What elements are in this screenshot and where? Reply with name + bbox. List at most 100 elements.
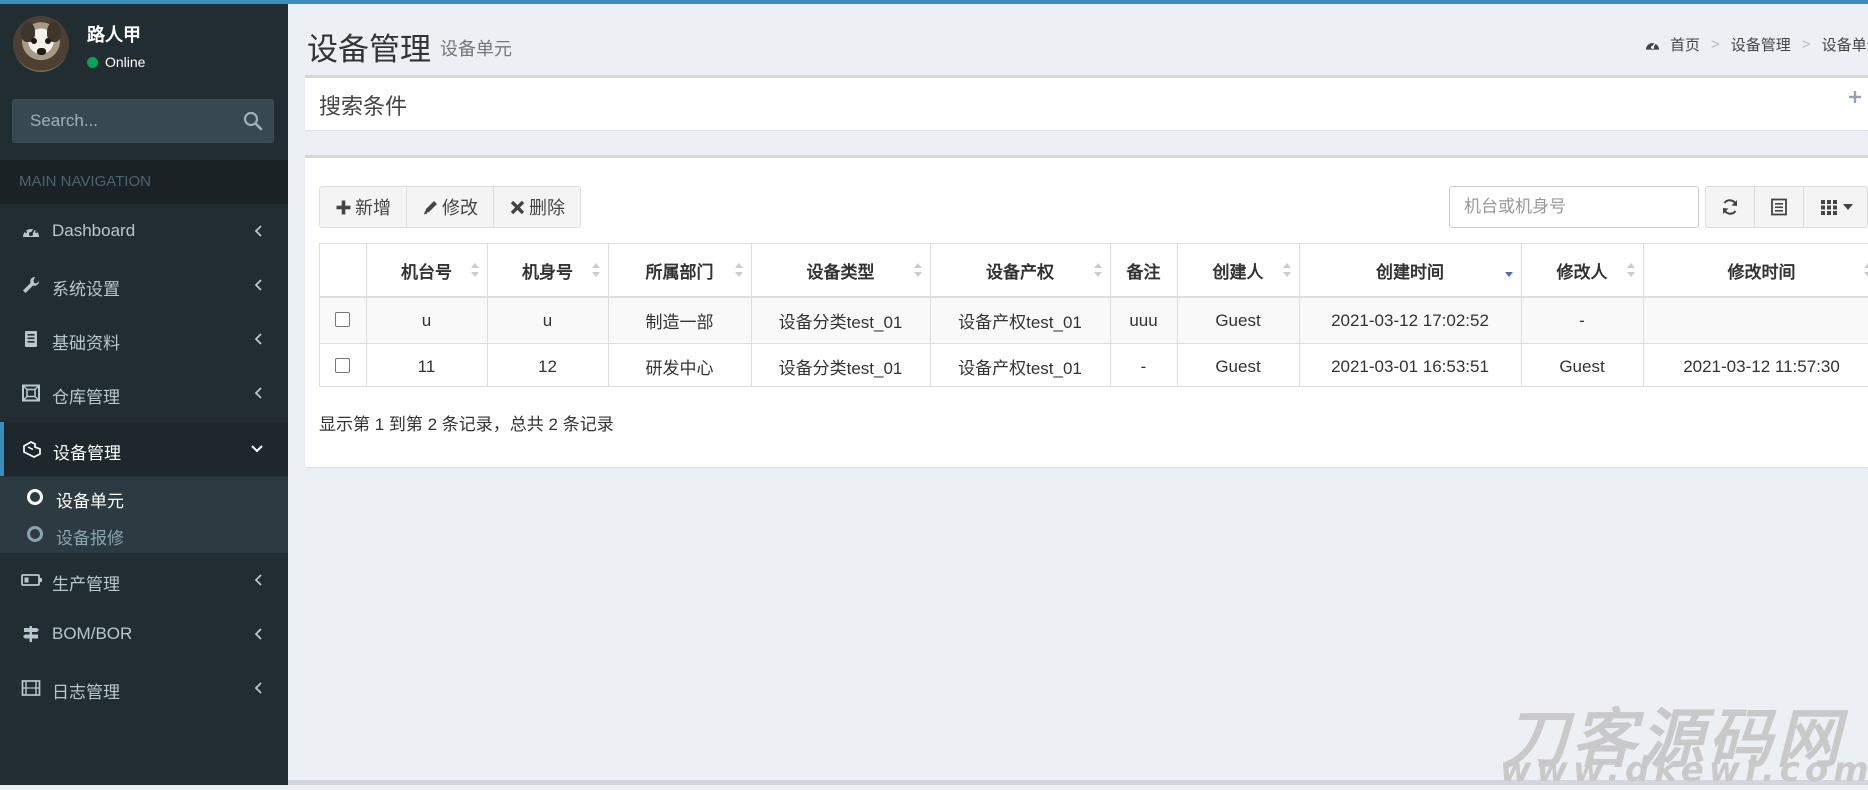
circle-icon: [27, 526, 43, 542]
row-checkbox[interactable]: [335, 358, 350, 373]
sidebar-item-basic-data[interactable]: 基础资料: [0, 312, 288, 366]
table-cell: Guest: [1177, 297, 1299, 344]
refresh-button[interactable]: [1705, 186, 1755, 228]
submenu-item-device-unit[interactable]: 设备单元: [0, 479, 288, 516]
column-header-checkbox: [320, 244, 366, 297]
sort-icon: [471, 262, 479, 278]
table-cell: 制造一部: [608, 297, 751, 344]
device-table-container: 机台号 机身号 所属部门 设备类型 设备产权 备注 创建人 创建时间: [319, 243, 1868, 387]
pencil-icon: [422, 199, 439, 216]
edit-button[interactable]: 修改: [406, 186, 494, 228]
table-header-row: 机台号 机身号 所属部门 设备类型 设备产权 备注 创建人 创建时间: [320, 244, 1868, 297]
table-cell: -: [1110, 344, 1177, 388]
column-header[interactable]: 修改人: [1521, 244, 1643, 297]
table-search-input[interactable]: [1449, 186, 1699, 228]
column-header[interactable]: 创建人: [1177, 244, 1299, 297]
table-cell: 研发中心: [608, 344, 751, 388]
sort-icon: [914, 262, 922, 278]
sidebar-item-system-settings[interactable]: 系统设置: [0, 258, 288, 312]
avatar-eye: [31, 38, 37, 44]
sidebar-item-label: Dashboard: [52, 221, 135, 241]
column-header[interactable]: 机身号: [487, 244, 608, 297]
sidebar-search-input[interactable]: [13, 100, 223, 142]
submenu-device-management: 设备单元 设备报修: [0, 477, 288, 553]
expand-plus-icon[interactable]: [1848, 90, 1862, 104]
online-dot-icon: [87, 57, 98, 68]
row-checkbox[interactable]: [335, 312, 350, 327]
sort-icon: [1094, 262, 1102, 278]
grid-icon: [1819, 197, 1839, 217]
signpost-icon: [21, 625, 41, 643]
sort-desc-icon: [1505, 262, 1513, 278]
sidebar-item-logs[interactable]: 日志管理: [0, 661, 288, 715]
avatar-nose: [37, 48, 46, 55]
column-header[interactable]: 修改时间: [1643, 244, 1868, 297]
pagination-info: 显示第 1 到第 2 条记录，总共 2 条记录: [319, 410, 614, 435]
breadcrumb-device-management[interactable]: 设备管理: [1731, 34, 1791, 55]
delete-button-label: 删除: [529, 194, 565, 220]
delete-button[interactable]: 删除: [493, 186, 581, 228]
user-name: 路人甲: [87, 21, 141, 47]
device-table-box: 新增 修改 删除: [305, 155, 1868, 467]
columns-dropdown-button[interactable]: [1803, 186, 1868, 228]
sidebar-item-label: 设备管理: [53, 439, 121, 464]
table-cell: Guest: [1177, 344, 1299, 388]
watermark-url: www.dkewl.com: [1500, 750, 1868, 790]
chevron-left-icon: [254, 278, 264, 292]
top-accent-bar: [0, 0, 1868, 4]
table-cell: [1643, 297, 1868, 344]
toggle-view-button[interactable]: [1754, 186, 1804, 228]
column-header[interactable]: 创建时间: [1299, 244, 1521, 297]
add-button[interactable]: 新增: [319, 186, 407, 228]
submenu-item-device-repair[interactable]: 设备报修: [0, 516, 288, 553]
table-cell: 设备产权test_01: [930, 297, 1110, 344]
device-icon: [22, 440, 42, 458]
chevron-left-icon: [254, 573, 264, 587]
column-header[interactable]: 设备产权: [930, 244, 1110, 297]
sidebar-item-bom-bor[interactable]: BOM/BOR: [0, 607, 288, 661]
breadcrumb-home[interactable]: 首页: [1670, 34, 1700, 55]
content-header: 设备管理 设备单元 首页 > 设备管理 > 设备单元: [288, 4, 1868, 74]
column-header[interactable]: 机台号: [366, 244, 487, 297]
avatar[interactable]: [13, 16, 69, 72]
page-title: 设备管理: [307, 24, 431, 69]
table-cell: 设备产权test_01: [930, 344, 1110, 388]
circle-icon: [27, 489, 43, 505]
search-icon[interactable]: [243, 111, 263, 131]
nav-header: MAIN NAVIGATION: [0, 160, 288, 204]
warehouse-icon: [21, 384, 41, 402]
device-table: 机台号 机身号 所属部门 设备类型 设备产权 备注 创建人 创建时间: [320, 244, 1868, 387]
avatar-eye: [45, 38, 51, 44]
column-header: 备注: [1110, 244, 1177, 297]
table-row[interactable]: 11 12 研发中心 设备分类test_01 设备产权test_01 - Gue…: [320, 344, 1868, 388]
sidebar-item-label: BOM/BOR: [52, 624, 132, 644]
sidebar-item-label: 日志管理: [52, 678, 120, 703]
table-cell: Guest: [1521, 344, 1643, 388]
watermark: 刀客源码网 www.dkewl.com: [1490, 688, 1868, 780]
table-cell: u: [487, 297, 608, 344]
sidebar-item-production[interactable]: 生产管理: [0, 553, 288, 607]
sidebar-item-label: 仓库管理: [52, 383, 120, 408]
table-cell: 11: [366, 344, 487, 388]
row-select-cell[interactable]: [320, 344, 366, 388]
column-header[interactable]: 设备类型: [751, 244, 930, 297]
table-cell: 2021-03-12 17:02:52: [1299, 297, 1521, 344]
column-header[interactable]: 所属部门: [608, 244, 751, 297]
table-cell: 2021-03-12 11:57:30: [1643, 344, 1868, 388]
sidebar-item-device-management[interactable]: 设备管理: [0, 422, 288, 476]
sidebar-item-warehouse[interactable]: 仓库管理: [0, 366, 288, 420]
sidebar-item-label: 基础资料: [52, 329, 120, 354]
wrench-icon: [21, 276, 41, 294]
sidebar-item-label: 生产管理: [52, 570, 120, 595]
action-button-group: 新增 修改 删除: [319, 186, 581, 228]
sort-icon: [1283, 262, 1291, 278]
row-select-cell[interactable]: [320, 297, 366, 344]
sort-icon: [1627, 262, 1635, 278]
chevron-left-icon: [254, 332, 264, 346]
battery-icon: [21, 571, 43, 589]
add-button-label: 新增: [355, 194, 391, 220]
table-cell: -: [1521, 297, 1643, 344]
table-row[interactable]: u u 制造一部 设备分类test_01 设备产权test_01 uuu Gue…: [320, 297, 1868, 344]
search-conditions-box: 搜索条件: [305, 75, 1868, 130]
sidebar-item-dashboard[interactable]: Dashboard: [0, 204, 288, 258]
